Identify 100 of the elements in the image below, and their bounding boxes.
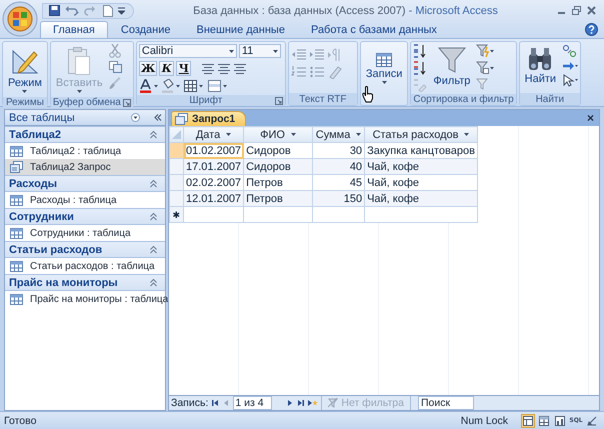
new-document-icon[interactable] bbox=[103, 4, 113, 16]
navigation-item[interactable]: Расходы : таблица bbox=[5, 192, 165, 208]
clipboard-icon bbox=[67, 46, 92, 76]
table-icon bbox=[10, 228, 23, 238]
ribbon-tab[interactable]: Главная bbox=[40, 21, 108, 38]
bold-button[interactable]: Ж bbox=[138, 61, 158, 76]
last-record-icon[interactable] bbox=[297, 399, 306, 408]
italic-button[interactable]: К bbox=[159, 61, 174, 76]
table-cell: 12.01.2007 bbox=[184, 190, 244, 206]
pivot-chart-icon bbox=[555, 416, 565, 426]
view-button[interactable] bbox=[553, 414, 567, 428]
view-button[interactable]: Режим bbox=[5, 44, 45, 95]
ribbon-tab[interactable]: Работа с базами данных bbox=[298, 21, 450, 38]
close-button[interactable]: × bbox=[586, 112, 594, 124]
table-cell: Петров bbox=[244, 190, 313, 206]
group-label: Буфер обмена bbox=[52, 97, 122, 108]
toggle-filter-icon[interactable] bbox=[476, 78, 488, 90]
bulleted-list-icon[interactable] bbox=[308, 65, 325, 79]
item-label: Сотрудники : таблица bbox=[30, 228, 131, 238]
align-center-icon[interactable] bbox=[217, 63, 232, 74]
next-record-icon[interactable] bbox=[286, 399, 294, 408]
numbered-list-icon[interactable] bbox=[290, 65, 307, 79]
font-name-combo[interactable]: Calibri bbox=[138, 44, 237, 58]
replace-icon[interactable] bbox=[562, 44, 578, 58]
find-button[interactable]: Найти bbox=[522, 44, 560, 87]
document-tab[interactable]: Запрос1 bbox=[171, 111, 246, 126]
column-header[interactable]: ФИО bbox=[244, 126, 313, 142]
close-icon[interactable] bbox=[587, 6, 596, 15]
pivot-table-icon bbox=[539, 416, 549, 426]
table-cell: 150 bbox=[312, 190, 365, 206]
dialog-launcher-icon[interactable] bbox=[274, 97, 283, 105]
advanced-filter-icon[interactable] bbox=[476, 61, 494, 75]
filter-button[interactable]: Фильтр bbox=[430, 44, 474, 89]
collapse-icon[interactable] bbox=[149, 212, 158, 221]
go-to-icon[interactable] bbox=[562, 61, 578, 71]
ribbon-tab[interactable]: Внешние данные bbox=[184, 21, 298, 38]
design-view-icon bbox=[587, 416, 597, 426]
dialog-launcher-icon[interactable] bbox=[122, 99, 131, 107]
new-record-icon[interactable] bbox=[308, 399, 318, 408]
hand-cursor-icon bbox=[362, 86, 374, 103]
shutter-bar-icon[interactable] bbox=[154, 114, 162, 121]
dropdown-icon[interactable] bbox=[131, 113, 140, 122]
navigation-item[interactable]: Сотрудники : таблица bbox=[5, 225, 165, 241]
undo-icon[interactable] bbox=[65, 6, 79, 16]
collapse-icon[interactable] bbox=[149, 278, 158, 287]
item-label: Статьи расходов : таблица bbox=[30, 260, 155, 272]
help-icon[interactable] bbox=[585, 23, 598, 36]
table-icon bbox=[10, 146, 23, 156]
restore-icon[interactable] bbox=[572, 6, 581, 15]
font-size-combo[interactable]: 11 bbox=[238, 44, 281, 58]
alternate-fill-icon[interactable] bbox=[206, 79, 229, 93]
select-all-icon bbox=[172, 130, 181, 139]
align-left-icon[interactable] bbox=[201, 63, 216, 74]
column-header[interactable]: Сумма bbox=[312, 126, 365, 142]
align-right-icon[interactable] bbox=[233, 63, 248, 74]
group-label: Режимы bbox=[4, 97, 45, 108]
view-button[interactable] bbox=[521, 414, 535, 428]
table-cell: 40 bbox=[312, 158, 365, 174]
column-header[interactable]: Статья расходов bbox=[364, 126, 478, 142]
binoculars-icon bbox=[527, 46, 554, 72]
funnel-icon bbox=[438, 46, 466, 74]
ribbon-tab[interactable]: Создание bbox=[108, 21, 184, 38]
first-record-icon[interactable] bbox=[211, 399, 220, 408]
navigation-item[interactable]: Статьи расходов : таблица bbox=[5, 258, 165, 274]
view-button[interactable] bbox=[537, 414, 551, 428]
group-label: Шрифт bbox=[188, 95, 224, 106]
collapse-icon[interactable] bbox=[149, 179, 158, 188]
sort-descending-icon[interactable] bbox=[413, 61, 428, 75]
select-all-cell[interactable] bbox=[170, 126, 184, 142]
no-filter-icon bbox=[328, 398, 338, 408]
font-color-icon[interactable] bbox=[138, 79, 159, 93]
num-lock-indicator: Num Lock bbox=[460, 414, 509, 427]
underline-button[interactable]: Ч bbox=[176, 61, 192, 76]
search-field[interactable]: Поиск bbox=[418, 396, 474, 410]
query-icon bbox=[10, 161, 23, 173]
indent-decrease-icon[interactable] bbox=[290, 48, 307, 62]
view-button[interactable] bbox=[585, 414, 599, 428]
table-icon bbox=[10, 260, 23, 272]
copy-icon[interactable] bbox=[108, 61, 122, 73]
selection-filter-icon[interactable] bbox=[476, 44, 494, 58]
table-cell: Чай, кофе bbox=[364, 190, 478, 206]
indent-increase-icon[interactable] bbox=[308, 48, 325, 62]
customize-caret-icon[interactable] bbox=[118, 6, 125, 14]
column-header[interactable]: Дата bbox=[184, 126, 244, 142]
select-icon[interactable] bbox=[562, 74, 578, 87]
save-icon[interactable] bbox=[49, 5, 60, 16]
sort-ascending-icon[interactable] bbox=[413, 44, 428, 58]
datasheet-view-icon bbox=[523, 416, 533, 426]
office-button-icon[interactable] bbox=[2, 1, 38, 37]
navigation-item[interactable]: Таблица2 Запрос bbox=[5, 159, 165, 175]
collapse-icon[interactable] bbox=[149, 245, 158, 254]
group-label: Сортировка и фильтр bbox=[412, 94, 515, 105]
item-label: Таблица2 Запрос bbox=[30, 162, 111, 172]
gridlines-icon[interactable] bbox=[182, 79, 205, 93]
navigation-item[interactable]: Таблица2 : таблица bbox=[5, 143, 165, 159]
record-position-field[interactable]: 1 из 4 bbox=[233, 396, 272, 410]
collapse-icon[interactable] bbox=[149, 130, 158, 139]
table-icon bbox=[10, 194, 23, 206]
table-cell: Чай, кофе bbox=[364, 158, 478, 174]
fill-color-icon[interactable] bbox=[160, 79, 181, 93]
